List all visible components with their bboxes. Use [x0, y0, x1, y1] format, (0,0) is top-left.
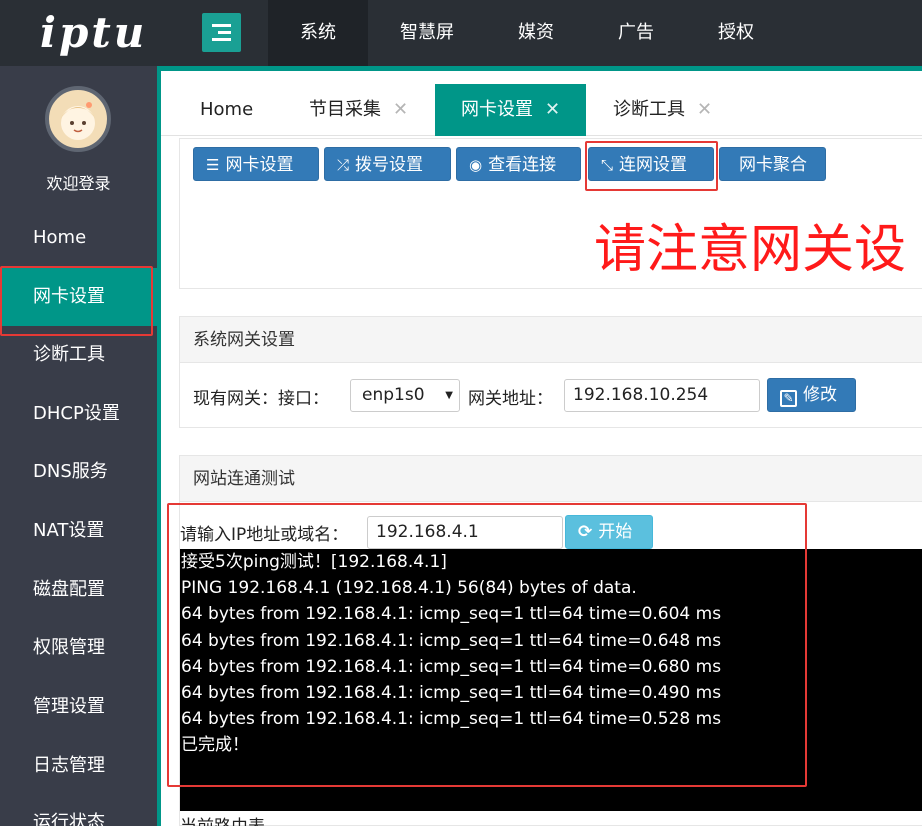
gateway-panel-title: 系统网关设置	[180, 317, 922, 363]
edit-icon: ✎	[780, 390, 797, 407]
sidebar-item-home[interactable]: Home	[0, 209, 157, 267]
close-icon[interactable]: ✕	[697, 99, 712, 120]
gateway-address-label: 网关地址：	[468, 389, 553, 409]
eye-icon: ◉	[469, 156, 483, 174]
ping-panel-title: 网站连通测试	[180, 456, 922, 502]
nic-settings-button[interactable]: ☰ 网卡设置	[193, 147, 319, 181]
top-bar: iptu 系统 智慧屏 媒资 广告 授权	[0, 0, 922, 70]
top-nav-system[interactable]: 系统	[268, 0, 368, 70]
top-nav-smart-screen[interactable]: 智慧屏	[368, 0, 486, 66]
sidebar-item-status[interactable]: 运行状态	[0, 794, 157, 826]
gateway-address-input[interactable]: 192.168.10.254	[564, 379, 760, 412]
dialup-settings-button[interactable]: ⤮ 拨号设置	[324, 147, 451, 181]
top-nav: 系统 智慧屏 媒资 广告 授权	[268, 0, 786, 70]
sidebar-item-nat[interactable]: NAT设置	[0, 502, 157, 560]
tab-program-capture[interactable]: 节目采集 ✕	[309, 84, 408, 136]
tab-label: 节目采集	[309, 99, 381, 120]
sidebar-item-dhcp[interactable]: DHCP设置	[0, 385, 157, 443]
menu-toggle-icon[interactable]	[202, 13, 241, 52]
tab-bar: Home 节目采集 ✕ 网卡设置 ✕ 诊断工具 ✕	[161, 84, 922, 136]
caret-down-icon: ▼	[445, 390, 453, 401]
routing-table-title: 当前路由表	[180, 812, 265, 826]
tab-label: 诊断工具	[613, 99, 685, 120]
interface-select[interactable]: enp1s0 ▼	[350, 379, 460, 412]
tab-nic-settings[interactable]: 网卡设置 ✕	[435, 84, 586, 136]
interface-label: 现有网关：接口：	[193, 389, 329, 409]
view-connections-button[interactable]: ◉ 查看连接	[456, 147, 581, 181]
sidebar-edge	[157, 66, 161, 826]
top-nav-media[interactable]: 媒资	[486, 0, 586, 66]
app-logo[interactable]: iptu	[40, 8, 147, 57]
welcome-text: 欢迎登录	[46, 174, 111, 193]
sidebar-item-logs[interactable]: 日志管理	[0, 737, 157, 795]
sidebar-item-admin[interactable]: 管理设置	[0, 678, 157, 736]
tab-diagnostics[interactable]: 诊断工具 ✕	[613, 84, 712, 136]
edit-gateway-button[interactable]: ✎ 修改	[767, 378, 856, 412]
close-icon[interactable]: ✕	[545, 99, 560, 120]
sidebar: 欢迎登录 Home 网卡设置 诊断工具 DHCP设置 DNS服务 NAT设置 磁…	[0, 66, 157, 826]
ping-highlight-box	[167, 503, 807, 787]
tab-label: Home	[200, 99, 254, 120]
toolbar-highlight-box	[585, 141, 718, 191]
avatar[interactable]	[45, 86, 111, 152]
nic-bonding-button[interactable]: 网卡聚合	[719, 147, 826, 181]
sidebar-item-dns[interactable]: DNS服务	[0, 443, 157, 501]
sidebar-highlight-box	[0, 266, 153, 336]
top-nav-license[interactable]: 授权	[686, 0, 786, 66]
shuffle-icon: ⤮	[337, 156, 350, 174]
interface-select-value: enp1s0	[362, 385, 425, 405]
top-nav-ads[interactable]: 广告	[586, 0, 686, 66]
tab-label: 网卡设置	[461, 99, 533, 120]
tab-home[interactable]: Home	[200, 84, 253, 136]
sidebar-item-disk[interactable]: 磁盘配置	[0, 561, 157, 619]
gateway-warning-text: 请注意网关设	[594, 220, 907, 280]
close-icon[interactable]: ✕	[393, 99, 408, 120]
sidebar-item-permissions[interactable]: 权限管理	[0, 619, 157, 677]
list-icon: ☰	[206, 156, 220, 174]
